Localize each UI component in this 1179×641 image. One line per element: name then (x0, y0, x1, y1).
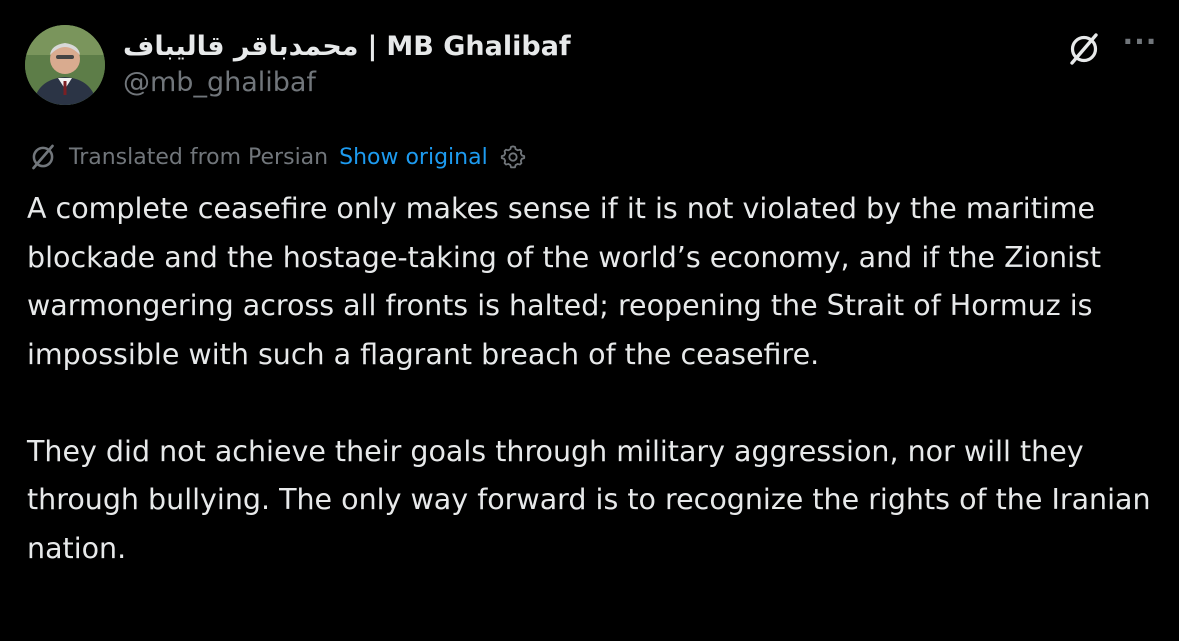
avatar[interactable] (25, 25, 105, 105)
translated-from-label: Translated from Persian (69, 144, 329, 170)
author-name-persian: محمدباقر قالیباف (123, 30, 359, 62)
post-paragraph: A complete ceasefire only makes sense if… (27, 192, 1102, 371)
avatar-image (25, 25, 105, 105)
author-name-latin: MB Ghalibaf (386, 30, 571, 62)
grok-icon[interactable] (1065, 30, 1103, 68)
more-icon[interactable]: ··· (1118, 24, 1162, 60)
name-separator: | (367, 30, 378, 62)
show-original-link[interactable]: Show original (339, 145, 488, 170)
author-handle[interactable]: @mb_ghalibaf (123, 67, 316, 98)
grok-icon (32, 144, 54, 170)
post-paragraph: They did not achieve their goals through… (27, 434, 1151, 565)
author-name[interactable]: محمدباقر قالیباف | MB Ghalibaf (123, 26, 571, 66)
gear-icon[interactable] (500, 144, 526, 170)
post-text: A complete ceasefire only makes sense if… (27, 185, 1172, 573)
translation-row: Translated from Persian Show original (28, 140, 526, 174)
